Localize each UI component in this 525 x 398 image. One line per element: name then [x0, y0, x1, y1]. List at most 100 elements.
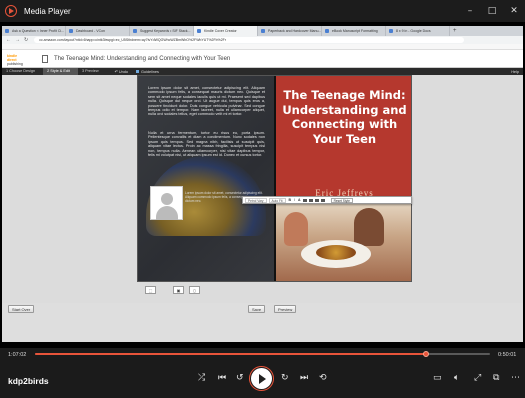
font-size-select[interactable]: Auto Fit [268, 197, 286, 203]
forward-30-icon[interactable]: ↻ [281, 373, 289, 383]
spread-view-icon[interactable]: ▣ [173, 286, 184, 294]
author-photo-placeholder[interactable] [150, 186, 183, 220]
back-icon[interactable]: ← [6, 37, 11, 43]
align-justify-icon[interactable] [320, 198, 325, 202]
fullscreen-icon[interactable]: ⤢ [474, 373, 481, 383]
back-cover[interactable]: Lorem ipsum dolor sit amet, consectetur … [138, 76, 274, 281]
next-icon[interactable]: ⏭ [300, 373, 308, 383]
new-tab-button[interactable]: + [453, 26, 457, 36]
mini-player-icon[interactable]: ⧉ [493, 373, 499, 383]
minimize-button[interactable]: – [459, 0, 481, 22]
italic-button[interactable]: I [294, 198, 295, 202]
seek-handle[interactable] [423, 351, 430, 357]
photo-person [354, 208, 384, 246]
volume-icon[interactable]: 🔈︎ [454, 373, 459, 383]
guidelines-toggle[interactable]: Guidelines [135, 69, 159, 74]
player-controls: 1:07:02 0:50:01 kdp2birds ⤮ ⏮ ↺ ↻ ⏭ ⟲ ▭ … [0, 348, 525, 398]
favicon-icon [69, 29, 73, 33]
media-player-logo-icon [5, 5, 17, 17]
view-toggles: ⬚ ▣ ▯ [145, 286, 205, 294]
tab-label: Ask a Question < Inner Profit Ci... [12, 29, 65, 33]
book-cover: Lorem ipsum dolor sit amet, consectetur … [137, 75, 412, 282]
favicon-icon [133, 29, 137, 33]
align-right-icon[interactable] [314, 198, 319, 202]
start-over-button[interactable]: Start Over [8, 305, 35, 313]
checkbox-icon [135, 69, 139, 73]
window-controls: – □ ✕ [459, 0, 525, 22]
browser-tab[interactable]: Ask a Question < Inner Profit Ci... [2, 26, 66, 36]
media-title: kdp2birds [8, 376, 49, 386]
previous-icon[interactable]: ⏮ [218, 373, 226, 383]
window-title: Media Player [24, 6, 71, 16]
person-icon [161, 193, 173, 205]
reload-icon[interactable]: ↻ [24, 37, 28, 43]
step-preview[interactable]: 3 Preview [78, 68, 107, 75]
font-select[interactable]: Petrol Vary [245, 197, 267, 203]
kdp-logo: kindle direct publishing [7, 53, 27, 66]
kdp-header: kindle direct publishing The Teenage Mind… [2, 50, 523, 68]
bold-button[interactable]: B [289, 198, 292, 202]
page-view-icon[interactable]: ▯ [189, 286, 200, 294]
maximize-button[interactable]: □ [481, 0, 503, 22]
close-button[interactable]: ✕ [503, 0, 525, 22]
cover-editor-canvas: Lorem ipsum dolor sit amet, consectetur … [2, 75, 523, 303]
cover-photo[interactable] [276, 198, 411, 281]
browser-tab[interactable]: Suggest Keywords • SIF Stack... [130, 26, 194, 36]
rewind-10-icon[interactable]: ↺ [236, 373, 244, 383]
image-view-icon[interactable]: ⬚ [145, 286, 156, 294]
browser-tab[interactable]: Dashboard - VCon [66, 26, 130, 36]
logo-text-top: kindle direct [7, 53, 18, 62]
more-options-icon[interactable]: ⋯ [511, 373, 520, 383]
tab-label: Suggest Keywords • SIF Stack... [140, 29, 191, 33]
back-cover-text[interactable]: Lorem ipsum dolor sit amet, consectetur … [148, 86, 265, 117]
text-format-toolbar: Petrol Vary Auto Fit B I A Reset Style [242, 196, 412, 204]
seek-bar-progress [35, 353, 427, 355]
captions-icon[interactable]: ▭ [433, 373, 442, 383]
tab-label: Dashboard - VCon [76, 29, 105, 33]
undo-label: Undo [118, 70, 128, 74]
repeat-icon[interactable]: ⟲ [319, 373, 327, 383]
photo-food [316, 245, 356, 260]
person-icon-body [156, 206, 178, 220]
address-bar[interactable]: cc.amazon.com/layout?ntid=6happ=cintk3bw… [34, 37, 465, 43]
video-frame-browser: Ask a Question < Inner Profit Ci... Dash… [2, 26, 523, 342]
favicon-icon [5, 29, 9, 33]
save-button[interactable]: Save [248, 305, 266, 313]
editor-footer: Start Over Save Preview [2, 305, 523, 315]
font-color-button[interactable]: A [298, 198, 301, 202]
cover-creator-steps: 1 Choose Design 2 Style & Edit 3 Preview… [2, 68, 523, 75]
tab-label: Kindle Cover Creator [204, 29, 237, 33]
guidelines-label: Guidelines [140, 69, 159, 74]
book-icon [42, 54, 48, 63]
browser-tab[interactable]: Paperback and Hardcover Manu... [258, 26, 322, 36]
reset-style-button[interactable]: Reset Style [330, 197, 353, 203]
step-style-edit[interactable]: 2 Style & Edit [43, 68, 78, 75]
help-link[interactable]: Help [511, 70, 519, 74]
tab-label: eBook Manuscript Formatting [332, 29, 378, 33]
align-center-icon[interactable] [308, 198, 313, 202]
browser-tab-bar: Ask a Question < Inner Profit Ci... Dash… [2, 26, 523, 36]
seek-bar[interactable] [35, 351, 490, 357]
browser-tab[interactable]: eBook Manuscript Formatting [322, 26, 386, 36]
align-left-icon[interactable] [302, 198, 307, 202]
front-cover[interactable]: The Teenage Mind: Understanding and Conn… [276, 76, 411, 281]
cover-title[interactable]: The Teenage Mind: Understanding and Conn… [282, 88, 407, 146]
preview-button[interactable]: Preview [274, 305, 297, 313]
media-player-window: Media Player – □ ✕ Ask a Question < Inne… [0, 0, 525, 398]
media-player-titlebar: Media Player – □ ✕ [0, 0, 525, 22]
remaining-time: 0:50:01 [498, 352, 517, 358]
shuffle-icon[interactable]: ⤮ [198, 373, 205, 383]
browser-tab[interactable]: 8 x 9 in - Google Docs [386, 26, 450, 36]
step-choose-design[interactable]: 1 Choose Design [2, 68, 43, 75]
logo-text-bottom: publishing [7, 61, 23, 66]
browser-tab-active[interactable]: Kindle Cover Creator [194, 26, 258, 36]
back-cover-text-2[interactable]: Nulla et urna fermentum, tortor eu risus… [148, 131, 265, 157]
undo-button[interactable]: ↶ Undo [115, 69, 128, 74]
page-title: The Teenage Mind: Understanding and Conn… [54, 55, 231, 62]
play-button[interactable] [249, 366, 274, 391]
elapsed-time: 1:07:02 [8, 352, 27, 358]
favicon-icon [261, 29, 265, 33]
photo-person [284, 212, 308, 246]
forward-icon[interactable]: → [15, 37, 20, 43]
